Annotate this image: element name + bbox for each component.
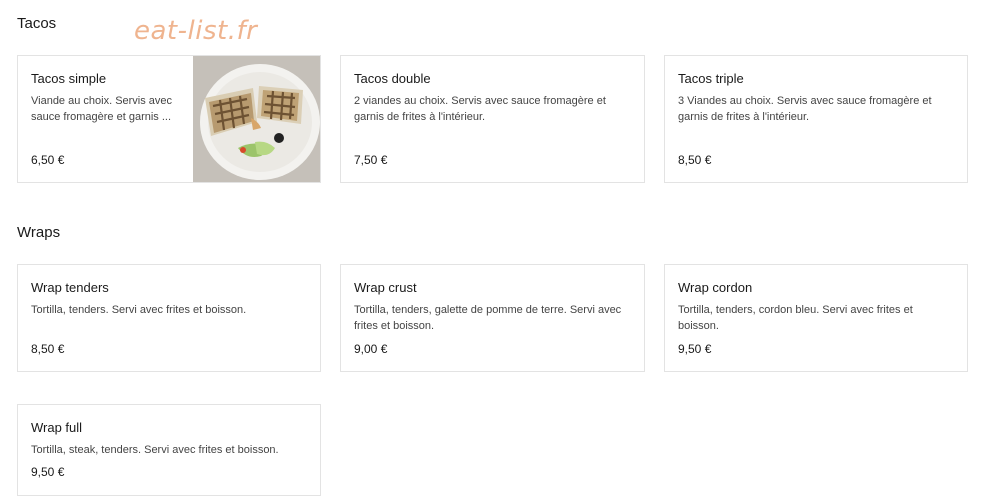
menu-item-wrap-full[interactable]: Wrap full Tortilla, steak, tenders. Serv…	[17, 404, 321, 496]
menu-item-tacos-simple[interactable]: Tacos simple Viande au choix. Servis ave…	[17, 55, 321, 183]
item-name: Tacos triple	[678, 71, 744, 86]
menu-item-tacos-triple[interactable]: Tacos triple 3 Viandes au choix. Servis …	[664, 55, 968, 183]
item-price: 9,50 €	[678, 342, 712, 356]
item-price: 7,50 €	[354, 153, 388, 167]
menu-item-tacos-double[interactable]: Tacos double 2 viandes au choix. Servis …	[340, 55, 645, 183]
item-description: Tortilla, steak, tenders. Servi avec fri…	[31, 444, 279, 456]
menu-item-wrap-crust[interactable]: Wrap crust Tortilla, tenders, galette de…	[340, 264, 645, 372]
section-title-tacos: Tacos	[17, 15, 57, 32]
tacos-photo	[193, 56, 320, 182]
menu-item-wrap-cordon[interactable]: Wrap cordon Tortilla, tenders, cordon bl…	[664, 264, 968, 372]
watermark: eat-list.fr	[134, 16, 258, 46]
item-price: 9,50 €	[31, 465, 65, 479]
item-name: Wrap full	[31, 420, 83, 435]
item-description: Tortilla, tenders, galette de pomme de t…	[354, 304, 622, 332]
menu-item-wrap-tenders[interactable]: Wrap tenders Tortilla, tenders. Servi av…	[17, 264, 321, 372]
section-title-wraps: Wraps	[17, 224, 61, 241]
item-name: Wrap crust	[354, 280, 417, 295]
item-description: Tortilla, tenders. Servi avec frites et …	[31, 304, 247, 316]
item-name: Tacos double	[354, 71, 431, 86]
item-name: Tacos simple	[31, 71, 107, 86]
item-description: Tortilla, tenders, cordon bleu. Servi av…	[678, 304, 913, 332]
item-price: 9,00 €	[354, 342, 388, 356]
item-price: 8,50 €	[31, 342, 65, 356]
item-price: 8,50 €	[678, 153, 712, 167]
item-description: 2 viandes au choix. Servis avec sauce fr…	[354, 95, 606, 123]
item-price: 6,50 €	[31, 153, 65, 167]
item-name: Wrap tenders	[31, 280, 109, 295]
item-description: Viande au choix. Servis avec sauce froma…	[31, 95, 173, 123]
item-name: Wrap cordon	[678, 280, 753, 295]
item-description: 3 Viandes au choix. Servis avec sauce fr…	[678, 95, 932, 123]
